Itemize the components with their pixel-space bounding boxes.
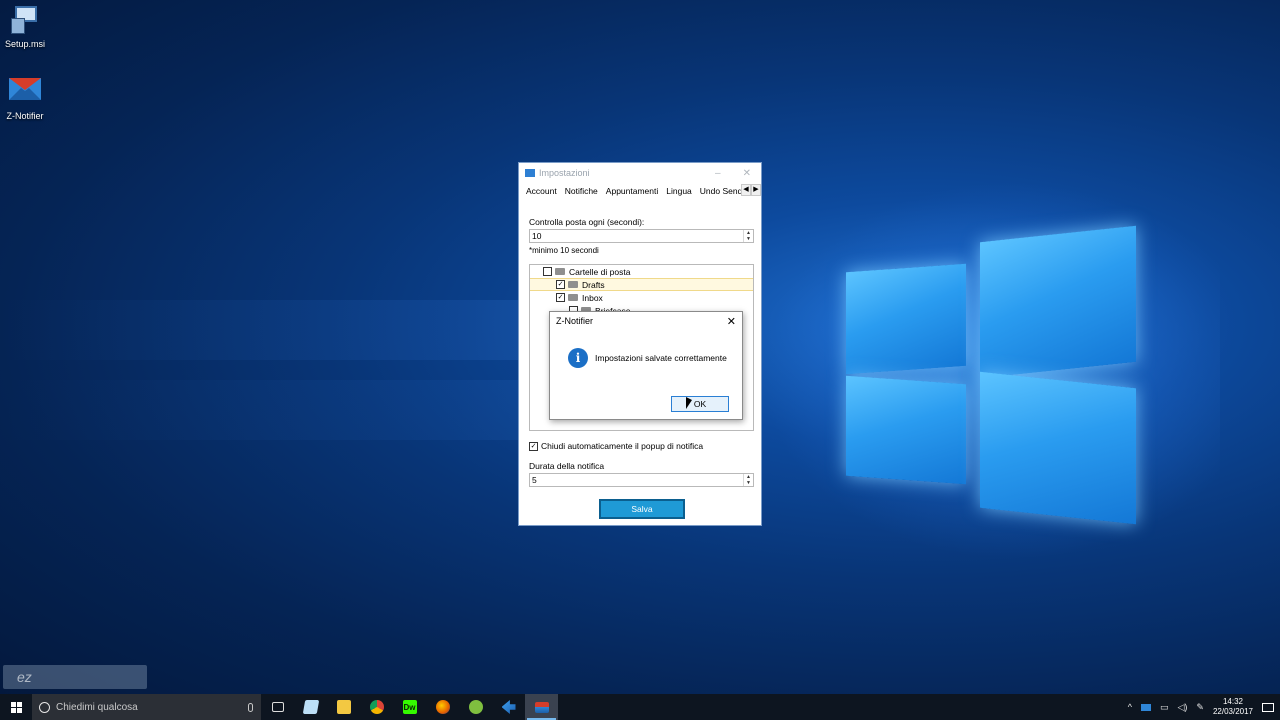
tree-node-root[interactable]: Cartelle di posta <box>530 265 753 278</box>
folder-checkbox[interactable]: ✓ <box>556 280 565 289</box>
close-icon[interactable]: ✕ <box>727 315 742 328</box>
auto-close-label: Chiudi automaticamente il popup di notif… <box>541 441 704 451</box>
installer-icon <box>9 4 41 36</box>
volume-icon[interactable]: ◁) <box>1177 702 1187 713</box>
system-tray: ^ ▭ ◁) ✎ 14:32 22/03/2017 <box>1128 697 1280 717</box>
ok-button[interactable]: OK <box>671 396 729 412</box>
windows-logo-pane <box>846 263 966 375</box>
search-placeholder: Chiedimi qualcosa <box>56 701 138 713</box>
settings-tabs: Account Notifiche Appuntamenti Lingua Un… <box>519 183 761 199</box>
minimize-button[interactable]: – <box>715 168 721 179</box>
desktop-icon-label: Setup.msi <box>4 39 46 49</box>
auto-close-checkbox[interactable]: ✓ <box>529 441 538 451</box>
tree-node-inbox[interactable]: ✓ Inbox <box>530 291 753 304</box>
dreamweaver-icon[interactable]: Dw <box>393 694 426 720</box>
desktop-icon-setup[interactable]: Setup.msi <box>0 4 55 49</box>
pen-icon[interactable]: ✎ <box>1196 702 1204 713</box>
mouse-cursor-icon <box>686 397 692 409</box>
watermark-text: ez <box>17 669 32 685</box>
check-interval-value: 10 <box>532 231 542 241</box>
duration-stepper[interactable]: 5 ▲ ▼ <box>529 473 754 487</box>
min-interval-note: *minimo 10 secondi <box>529 246 599 255</box>
windows-start-icon <box>10 701 22 713</box>
settings-title-bar[interactable]: Impostazioni – ✕ <box>519 163 761 183</box>
arrow-app-icon[interactable] <box>492 694 525 720</box>
recorder-watermark: ez <box>3 665 147 689</box>
folder-label: Cartelle di posta <box>569 266 631 277</box>
task-view-icon[interactable] <box>261 694 294 720</box>
envelope-icon[interactable] <box>1140 703 1151 711</box>
stepper-arrows[interactable]: ▲ ▼ <box>743 230 753 242</box>
message-dialog: Z-Notifier ✕ i Impostazioni salvate corr… <box>549 311 743 420</box>
notification-center-icon[interactable] <box>1262 702 1274 712</box>
desktop-icon-z-notifier[interactable]: Z-Notifier <box>0 76 55 121</box>
microphone-icon[interactable] <box>248 702 253 712</box>
clock-time: 14:32 <box>1222 697 1243 706</box>
windows-logo-pane <box>980 371 1136 525</box>
tab-scroll-right-button[interactable]: ▶ <box>751 184 761 196</box>
torrent-icon[interactable] <box>459 694 492 720</box>
folder-checkbox[interactable]: ✓ <box>556 293 565 302</box>
clock-date: 22/03/2017 <box>1212 707 1253 716</box>
tab-undo-send[interactable]: Undo Send <box>696 186 747 196</box>
chrome-icon[interactable] <box>360 694 393 720</box>
check-interval-stepper[interactable]: 10 ▲ ▼ <box>529 229 754 243</box>
folder-checkbox[interactable] <box>543 267 552 276</box>
tab-lingua[interactable]: Lingua <box>662 186 696 196</box>
duration-label: Durata della notifica <box>529 461 605 471</box>
tab-scroll-left-button[interactable]: ◀ <box>741 184 751 196</box>
chevron-up-icon[interactable]: ^ <box>1128 702 1132 712</box>
stepper-arrows[interactable]: ▲ ▼ <box>743 474 753 486</box>
message-dialog-title: Z-Notifier <box>556 316 594 326</box>
message-dialog-title-bar[interactable]: Z-Notifier ✕ <box>550 312 742 330</box>
cortana-icon <box>39 701 50 713</box>
folder-icon <box>568 294 578 301</box>
tab-appuntamenti[interactable]: Appuntamenti <box>602 186 662 196</box>
info-icon: i <box>568 348 588 368</box>
windows-logo-pane <box>980 225 1136 379</box>
taskbar: Chiedimi qualcosa Dw ^ ▭ ◁) ✎ 14:32 22/0… <box>0 694 1280 720</box>
check-interval-label: Controlla posta ogni (secondi): <box>529 217 645 227</box>
tab-account[interactable]: Account <box>522 186 561 196</box>
notepad-icon[interactable] <box>294 694 327 720</box>
start-button[interactable] <box>0 694 32 720</box>
tree-node-drafts[interactable]: ✓ Drafts <box>530 278 753 291</box>
desktop-icon-label: Z-Notifier <box>6 111 44 121</box>
envelope-icon <box>9 76 41 108</box>
folder-label: Drafts <box>582 279 605 290</box>
auto-close-option[interactable]: ✓ Chiudi automaticamente il popup di not… <box>529 441 703 451</box>
network-icon[interactable]: ▭ <box>1160 702 1169 713</box>
settings-title: Impostazioni <box>539 168 590 178</box>
message-text: Impostazioni salvate correttamente <box>595 353 727 363</box>
taskbar-search[interactable]: Chiedimi qualcosa <box>32 694 261 720</box>
message-body: i Impostazioni salvate correttamente <box>550 330 742 368</box>
tab-notifiche[interactable]: Notifiche <box>560 186 602 196</box>
folder-icon <box>568 281 578 288</box>
duration-value: 5 <box>532 475 537 485</box>
duration-section: Durata della notifica 5 ▲ ▼ <box>529 461 754 487</box>
taskbar-clock[interactable]: 14:32 22/03/2017 <box>1213 697 1253 717</box>
windows-logo-pane <box>846 375 966 485</box>
folder-label: Inbox <box>582 292 603 303</box>
folder-icon <box>555 268 565 275</box>
close-button[interactable]: ✕ <box>743 168 751 179</box>
envelope-icon <box>525 169 535 177</box>
z-notifier-icon[interactable] <box>525 694 558 720</box>
save-button[interactable]: Salva <box>599 499 685 519</box>
file-explorer-icon[interactable] <box>327 694 360 720</box>
firefox-icon[interactable] <box>426 694 459 720</box>
